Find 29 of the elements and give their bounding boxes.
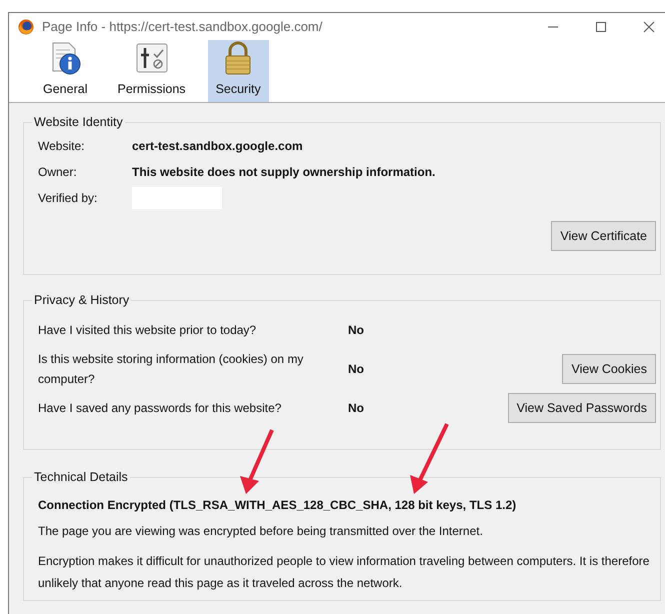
- close-icon[interactable]: [643, 20, 655, 32]
- browser-logo-icon: [18, 18, 34, 34]
- paragraph: Encryption makes it difficult for unauthorized people to view information traveling between computers. It is therefore unlikely that anyone read this page as it traveled across the network.: [38, 553, 650, 592]
- tab[interactable]: General: [35, 40, 96, 102]
- answer-text: No: [348, 323, 365, 337]
- annotation-arrow: [240, 429, 274, 494]
- tab[interactable]: Permissions: [109, 40, 194, 102]
- group-title: Privacy & History: [33, 293, 130, 307]
- window-title: Page Info - https://cert-test.sandbox.google.com/: [42, 19, 322, 34]
- question-text: Is this website storing information (cookies) on my computer?: [38, 351, 304, 388]
- field-label: Verified by:: [38, 191, 98, 205]
- maximize-icon[interactable]: [595, 20, 607, 32]
- answer-text: No: [348, 401, 365, 415]
- field-value: cert-test.sandbox.google.com: [132, 139, 303, 153]
- field-label: Website:: [38, 139, 86, 153]
- view-button[interactable]: View Cookies: [562, 354, 656, 384]
- paragraph: The page you are viewing was encrypted before being transmitted over the Internet.: [38, 523, 484, 540]
- view-certificate-button[interactable]: View Certificate: [551, 221, 656, 251]
- field-value: This website does not supply ownership information.: [132, 165, 436, 179]
- answer-text: No: [348, 362, 365, 376]
- field-label: Owner:: [38, 165, 78, 179]
- question-text: Have I saved any passwords for this website?: [38, 400, 282, 417]
- question-text: Have I visited this website prior to today?: [38, 322, 258, 339]
- group-title: Technical Details: [33, 470, 129, 484]
- annotation-arrow: [410, 423, 449, 494]
- tab[interactable]: Security: [208, 40, 269, 102]
- view-button[interactable]: View Saved Passwords: [508, 393, 656, 423]
- group-title: Website Identity: [33, 115, 124, 129]
- connection-heading: Connection Encrypted (TLS_RSA_WITH_AES_128_CBC_SHA, 128 bit keys, TLS 1.2): [38, 498, 518, 512]
